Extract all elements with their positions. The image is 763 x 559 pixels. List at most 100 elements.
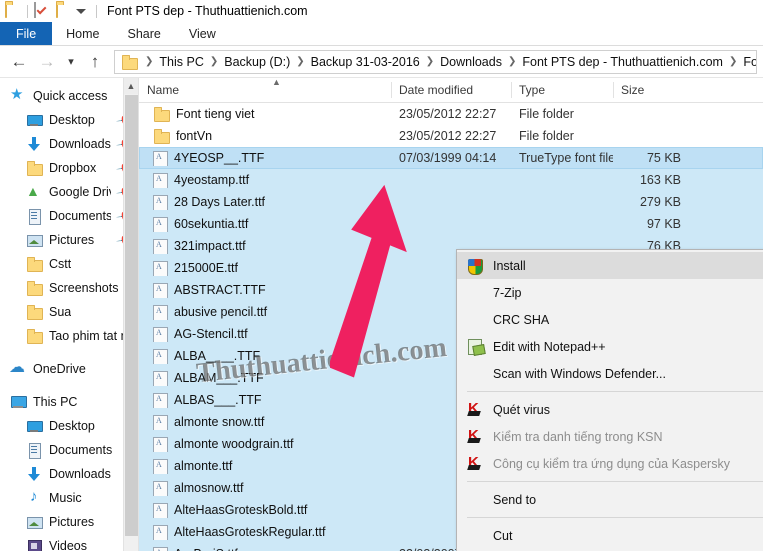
table-row[interactable]: fontVn23/05/2012 22:27File folder: [139, 125, 763, 147]
folder-icon: [26, 328, 42, 344]
navigation-pane: Quick access Desktop 📌 Downloads 📌 Dropb…: [0, 78, 138, 551]
menu-item-7-zip[interactable]: 7-Zip❯: [457, 279, 763, 306]
desktop-icon: [26, 418, 42, 434]
sidebar-item-tao-phim-tat-nha[interactable]: Tao phim tat nha: [0, 324, 138, 348]
file-name-label: 215000E.ttf: [174, 261, 238, 275]
menu-item-cut[interactable]: Cut: [457, 522, 763, 549]
breadcrumb-item-this-pc[interactable]: This PC: [159, 55, 203, 69]
sidebar-item-desktop[interactable]: Desktop 📌: [0, 108, 138, 132]
navigation-pane-scrollbar[interactable]: ▲: [123, 78, 138, 551]
sidebar-item-cstt[interactable]: Cstt: [0, 252, 138, 276]
sidebar-item-quick-access[interactable]: Quick access: [0, 84, 138, 108]
table-row[interactable]: 28 Days Later.ttf279 KB: [139, 191, 763, 213]
pictures-icon: [26, 232, 42, 248]
sidebar-group-gap: [0, 348, 138, 357]
sidebar-item-label: This PC: [33, 395, 77, 409]
sidebar-item-pc-pictures[interactable]: Pictures: [0, 510, 138, 534]
breadcrumb-item-backup-date[interactable]: Backup 31-03-2016: [311, 55, 420, 69]
file-name-cell: AlteHaasGroteskRegular.ttf: [139, 525, 391, 540]
this-pc-icon: [10, 394, 26, 410]
folder-icon[interactable]: [5, 3, 21, 19]
breadcrumb-item-backup-d[interactable]: Backup (D:): [224, 55, 290, 69]
font-file-icon: [153, 459, 167, 474]
tab-home[interactable]: Home: [52, 22, 113, 45]
sidebar-item-dropbox[interactable]: Dropbox 📌: [0, 156, 138, 180]
menu-item-label: Send to: [493, 493, 536, 507]
properties-check-icon[interactable]: [34, 3, 50, 19]
breadcrumb[interactable]: ❯ This PC ❯ Backup (D:) ❯ Backup 31-03-2…: [114, 50, 757, 74]
menu-item-edit-with-notepad[interactable]: Edit with Notepad++: [457, 333, 763, 360]
file-name-cell: 28 Days Later.ttf: [139, 195, 391, 210]
menu-item-send-to[interactable]: Send to❯: [457, 486, 763, 513]
sidebar-item-pc-downloads[interactable]: Downloads: [0, 462, 138, 486]
sidebar-item-screenshots[interactable]: Screenshots: [0, 276, 138, 300]
file-type-cell: TrueType font file: [511, 151, 613, 165]
column-header-label: Name: [147, 83, 179, 97]
file-date-cell: 07/03/1999 04:14: [391, 151, 511, 165]
menu-item-copy[interactable]: Copy: [457, 549, 763, 551]
file-name-label: ALBAS___.TTF: [174, 393, 262, 407]
file-list-pane: Name ▲ Date modified Type Size Font tien…: [138, 78, 763, 551]
breadcrumb-item-font-pts-dep[interactable]: Font PTS dep - Thuthuattienich.com: [522, 55, 723, 69]
file-name-label: abusive pencil.ttf: [174, 305, 267, 319]
menu-item-scan-with-windows-defender[interactable]: Scan with Windows Defender...: [457, 360, 763, 387]
table-row[interactable]: 4yeostamp.ttf163 KB: [139, 169, 763, 191]
sidebar-item-pc-documents[interactable]: Documents: [0, 438, 138, 462]
sidebar-item-google-drive[interactable]: Google Drive 📌: [0, 180, 138, 204]
customize-caret-icon[interactable]: [76, 9, 86, 14]
sidebar-item-this-pc[interactable]: This PC: [0, 390, 138, 414]
forward-arrow-icon[interactable]: →: [34, 49, 60, 75]
tab-view[interactable]: View: [175, 22, 230, 45]
file-size-cell: 75 KB: [613, 151, 693, 165]
sidebar-item-label: Pictures: [49, 233, 94, 247]
kaspersky-icon: [467, 429, 485, 445]
scroll-up-arrow-icon[interactable]: ▲: [124, 78, 138, 94]
sidebar-item-pictures[interactable]: Pictures 📌: [0, 228, 138, 252]
menu-item-label: Quét virus: [493, 403, 550, 417]
breadcrumb-item-downloads[interactable]: Downloads: [440, 55, 502, 69]
sidebar-item-onedrive[interactable]: OneDrive: [0, 357, 138, 381]
breadcrumb-separator: ❯: [145, 56, 153, 67]
sidebar-item-label: Desktop: [49, 419, 95, 433]
column-header-name[interactable]: Name ▲: [139, 78, 391, 102]
menu-item-label: Cut: [493, 529, 512, 543]
font-file-icon: [153, 327, 167, 342]
table-row[interactable]: 60sekuntia.ttf97 KB: [139, 213, 763, 235]
folder-icon: [153, 106, 169, 122]
back-arrow-icon[interactable]: ←: [6, 49, 32, 75]
downloads-icon: [26, 466, 42, 482]
column-header-type[interactable]: Type: [511, 78, 613, 102]
file-name-cell: AlteHaasGroteskBold.ttf: [139, 503, 391, 518]
sidebar-item-label: Google Drive: [49, 185, 111, 199]
file-name-cell: ALBAS___.TTF: [139, 393, 391, 408]
documents-icon: [26, 442, 42, 458]
sidebar-item-documents[interactable]: Documents 📌: [0, 204, 138, 228]
column-header-size[interactable]: Size: [613, 78, 693, 102]
up-arrow-icon[interactable]: ↑: [82, 49, 108, 75]
breadcrumb-item-font-pts[interactable]: Font PTS: [743, 55, 757, 69]
table-row[interactable]: Font tieng viet23/05/2012 22:27File fold…: [139, 103, 763, 125]
menu-item-install[interactable]: Install: [457, 252, 763, 279]
file-name-cell: 215000E.ttf: [139, 261, 391, 276]
tab-file[interactable]: File: [0, 22, 52, 45]
sidebar-item-sua[interactable]: Sua: [0, 300, 138, 324]
menu-item-qu-t-virus[interactable]: Quét virus: [457, 396, 763, 423]
file-name-cell: abusive pencil.ttf: [139, 305, 391, 320]
sidebar-item-label: Documents: [49, 443, 112, 457]
tab-share[interactable]: Share: [114, 22, 175, 45]
sidebar-item-pc-videos[interactable]: Videos: [0, 534, 138, 551]
column-header-date-modified[interactable]: Date modified: [391, 78, 511, 102]
sidebar-item-pc-desktop[interactable]: Desktop: [0, 414, 138, 438]
menu-item-ki-m-tra-danh-ti-ng-trong-ksn: Kiểm tra danh tiếng trong KSN: [457, 423, 763, 450]
menu-item-crc-sha[interactable]: CRC SHA❯: [457, 306, 763, 333]
table-row[interactable]: 4YEOSP__.TTF07/03/1999 04:14TrueType fon…: [139, 147, 763, 169]
recent-locations-chevron-icon[interactable]: ▾: [62, 49, 80, 75]
scrollbar-thumb[interactable]: [125, 95, 138, 536]
menu-separator: [467, 391, 763, 392]
new-folder-icon[interactable]: [56, 3, 72, 19]
folder-icon: [26, 304, 42, 320]
file-name-cell: almonte snow.ttf: [139, 415, 391, 430]
file-name-cell: almonte.ttf: [139, 459, 391, 474]
sidebar-item-pc-music[interactable]: Music: [0, 486, 138, 510]
sidebar-item-downloads[interactable]: Downloads 📌: [0, 132, 138, 156]
